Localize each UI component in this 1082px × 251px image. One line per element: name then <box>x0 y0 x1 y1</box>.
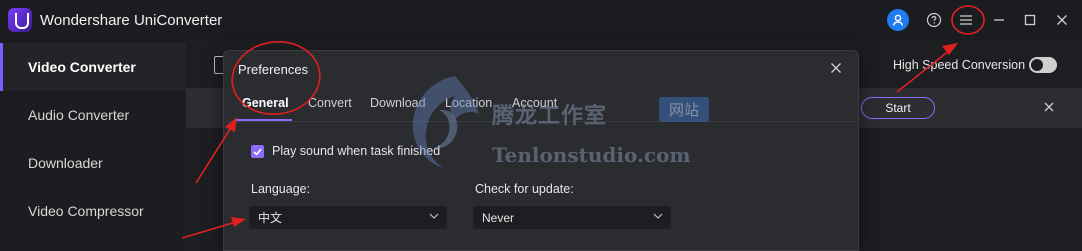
high-speed-toggle[interactable] <box>1029 57 1057 73</box>
chevron-down-icon <box>429 211 439 221</box>
update-select[interactable]: Never <box>473 206 671 229</box>
app-title: Wondershare UniConverter <box>40 12 223 29</box>
app-logo-icon <box>8 8 32 32</box>
close-icon[interactable] <box>1051 9 1073 31</box>
dialog-title: Preferences <box>238 62 309 77</box>
sidebar-item-label: Video Converter <box>28 59 136 75</box>
active-tab-indicator <box>236 119 292 121</box>
minimize-icon[interactable] <box>988 9 1010 31</box>
tab-location[interactable]: Location <box>445 96 492 110</box>
sidebar-item-label: Downloader <box>28 155 103 171</box>
play-sound-checkbox[interactable] <box>251 145 264 158</box>
language-select[interactable]: 中文 <box>249 206 447 229</box>
sidebar-item-audio-converter[interactable]: Audio Converter <box>0 91 186 139</box>
sidebar-item-label: Audio Converter <box>28 107 130 123</box>
sidebar-item-video-compressor[interactable]: Video Compressor <box>0 187 186 235</box>
maximize-icon[interactable] <box>1019 9 1041 31</box>
close-icon[interactable] <box>827 59 845 77</box>
title-bar: Wondershare UniConverter <box>0 0 1082 40</box>
sidebar-item-video-converter[interactable]: Video Converter <box>0 43 186 91</box>
checkmark-icon <box>253 148 262 156</box>
play-sound-label: Play sound when task finished <box>272 144 441 158</box>
tab-convert[interactable]: Convert <box>308 96 352 110</box>
account-icon[interactable] <box>887 9 909 31</box>
update-value: Never <box>482 210 515 225</box>
tab-account[interactable]: Account <box>512 96 557 110</box>
high-speed-label: High Speed Conversion <box>893 58 1026 72</box>
sidebar-item-downloader[interactable]: Downloader <box>0 139 186 187</box>
sidebar-item-label: Video Compressor <box>28 203 144 219</box>
sidebar: Video Converter Audio Converter Download… <box>0 40 186 251</box>
language-label: Language: <box>251 182 311 196</box>
language-value: 中文 <box>258 211 283 225</box>
menu-icon[interactable] <box>955 9 977 31</box>
close-icon[interactable] <box>1041 99 1057 115</box>
chevron-down-icon <box>653 211 663 221</box>
start-button[interactable]: Start <box>861 97 935 119</box>
help-icon[interactable] <box>923 9 945 31</box>
update-label: Check for update: <box>475 182 574 196</box>
tab-bar: General Convert Download Location Accoun… <box>224 88 858 122</box>
tab-download[interactable]: Download <box>370 96 426 110</box>
tab-general[interactable]: General <box>242 96 289 110</box>
preferences-dialog: Preferences General Convert Download Loc… <box>223 50 859 251</box>
